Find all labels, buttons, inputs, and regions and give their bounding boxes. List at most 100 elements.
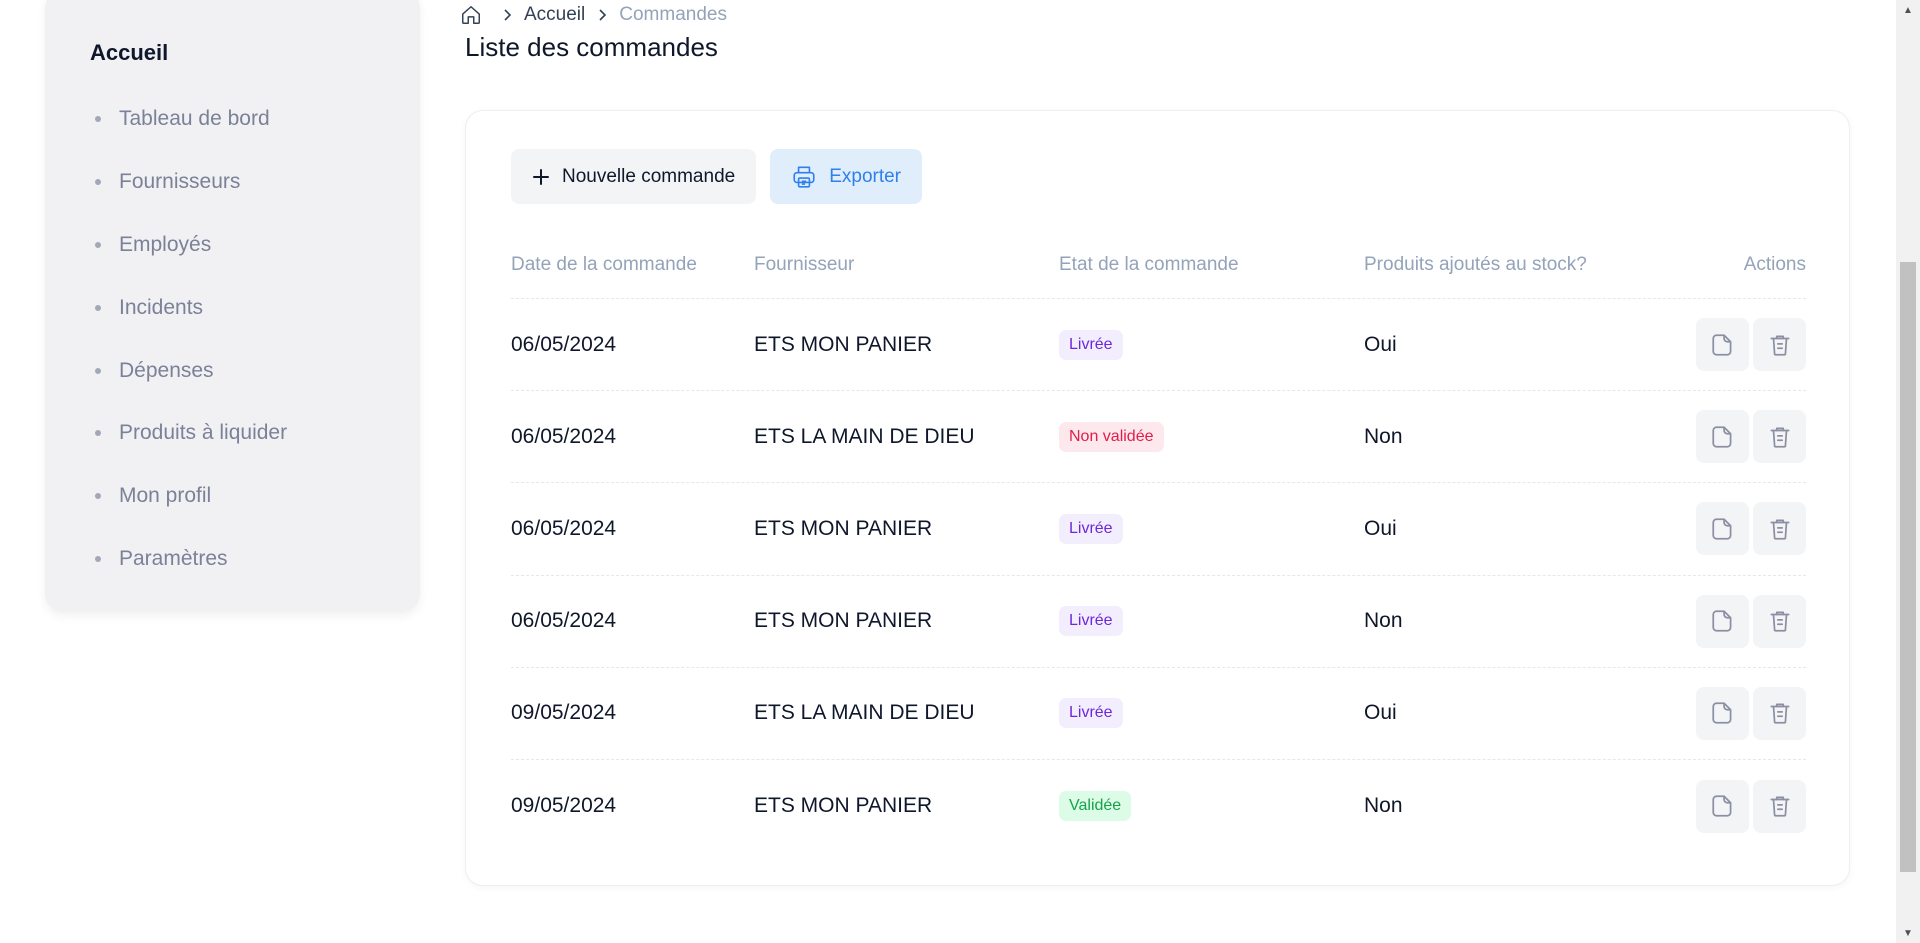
orders-table: Date de la commande Fournisseur Etat de … (511, 231, 1806, 852)
bullet-icon (95, 241, 101, 248)
view-order-button[interactable] (1696, 686, 1749, 740)
scroll-up-icon[interactable]: ▲ (1896, 0, 1920, 20)
view-order-button[interactable] (1696, 318, 1749, 372)
document-icon (1710, 700, 1736, 726)
trash-icon (1767, 793, 1793, 819)
sidebar-item-label: Dépenses (119, 358, 214, 382)
sidebar-item[interactable]: Fournisseurs (90, 151, 420, 214)
sidebar-item-label: Paramètres (119, 546, 228, 570)
delete-order-button[interactable] (1753, 779, 1806, 833)
status-badge: Livrée (1059, 513, 1123, 544)
bullet-icon (95, 304, 101, 311)
header-date[interactable]: Date de la commande (511, 254, 754, 276)
order-status-cell: Livrée (1059, 513, 1364, 544)
table-row: 06/05/2024 ETS MON PANIER Livrée Oui (511, 299, 1806, 392)
bullet-icon (95, 367, 101, 374)
order-status-cell: Livrée (1059, 329, 1364, 360)
trash-icon (1767, 332, 1793, 358)
header-status[interactable]: Etat de la commande (1059, 254, 1364, 276)
stock-added: Oui (1364, 332, 1397, 356)
header-stock[interactable]: Produits ajoutés au stock? (1364, 254, 1664, 276)
table-row: 06/05/2024 ETS MON PANIER Livrée Non (511, 576, 1806, 668)
order-date: 09/05/2024 (511, 794, 617, 818)
delete-order-button[interactable] (1753, 318, 1806, 372)
view-order-button[interactable] (1696, 410, 1749, 464)
order-status-cell: Livrée (1059, 606, 1364, 637)
view-order-button[interactable] (1696, 594, 1749, 648)
sidebar-item[interactable]: Mon profil (90, 465, 420, 528)
row-actions (1664, 410, 1806, 464)
bullet-icon (95, 430, 101, 437)
stock-added: Non (1364, 424, 1403, 448)
sidebar-item-label: Fournisseurs (119, 170, 241, 194)
new-order-button[interactable]: Nouvelle commande (511, 149, 757, 204)
breadcrumb: Accueil Commandes (460, 2, 727, 28)
status-badge: Livrée (1059, 698, 1123, 729)
row-actions (1664, 686, 1806, 740)
home-icon[interactable] (460, 4, 482, 26)
table-row: 06/05/2024 ETS LA MAIN DE DIEU Non validée… (511, 391, 1806, 484)
stock-added: Oui (1364, 701, 1397, 725)
header-supplier[interactable]: Fournisseur (754, 254, 1059, 276)
order-supplier: ETS MON PANIER (754, 332, 933, 356)
order-supplier: ETS MON PANIER (754, 516, 933, 540)
document-icon (1710, 516, 1736, 542)
status-badge: Non validée (1059, 421, 1164, 452)
order-date: 06/05/2024 (511, 609, 617, 633)
table-header: Date de la commande Fournisseur Etat de … (511, 231, 1806, 299)
new-order-label: Nouvelle commande (562, 165, 736, 187)
stock-added: Non (1364, 609, 1403, 633)
chevron-right-icon (500, 8, 514, 22)
breadcrumb-home-link[interactable]: Accueil (524, 4, 585, 26)
trash-icon (1767, 608, 1793, 634)
order-status-cell: Livrée (1059, 698, 1364, 729)
bullet-icon (95, 116, 101, 123)
order-date: 06/05/2024 (511, 332, 617, 356)
view-order-button[interactable] (1696, 779, 1749, 833)
sidebar-item[interactable]: Employés (90, 214, 420, 277)
row-actions (1664, 502, 1806, 556)
document-icon (1710, 424, 1736, 450)
order-status-cell: Validée (1059, 791, 1364, 822)
scroll-down-icon[interactable]: ▼ (1896, 923, 1920, 943)
status-badge: Livrée (1059, 329, 1123, 360)
sidebar-item-label: Employés (119, 232, 212, 256)
sidebar-item-label: Incidents (119, 295, 204, 319)
table-body: 06/05/2024 ETS MON PANIER Livrée Oui 06/05/2… (511, 299, 1806, 852)
order-supplier: ETS LA MAIN DE DIEU (754, 701, 975, 725)
status-badge: Validée (1059, 791, 1132, 822)
delete-order-button[interactable] (1753, 410, 1806, 464)
delete-order-button[interactable] (1753, 594, 1806, 648)
breadcrumb-current: Commandes (619, 4, 727, 25)
sidebar-list: Tableau de bord Fournisseurs Employés Incid… (90, 88, 420, 590)
order-supplier: ETS LA MAIN DE DIEU (754, 424, 975, 448)
sidebar-item[interactable]: Produits à liquider (90, 402, 420, 465)
bullet-icon (95, 179, 101, 186)
vertical-scrollbar[interactable]: ▲ ▼ (1896, 0, 1920, 943)
scroll-thumb[interactable] (1900, 262, 1916, 872)
sidebar-item[interactable]: Paramètres (90, 528, 420, 591)
order-supplier: ETS MON PANIER (754, 794, 933, 818)
sidebar-item[interactable]: Dépenses (90, 339, 420, 402)
plus-icon (532, 168, 550, 186)
printer-icon (791, 164, 817, 190)
sidebar-heading[interactable]: Accueil (90, 40, 420, 66)
row-actions (1664, 779, 1806, 833)
sidebar-item[interactable]: Incidents (90, 276, 420, 339)
trash-icon (1767, 700, 1793, 726)
view-order-button[interactable] (1696, 502, 1749, 556)
delete-order-button[interactable] (1753, 502, 1806, 556)
sidebar-item[interactable]: Tableau de bord (90, 88, 420, 151)
order-date: 06/05/2024 (511, 516, 617, 540)
export-button[interactable]: Exporter (770, 149, 923, 204)
bullet-icon (95, 493, 101, 500)
stock-added: Non (1364, 794, 1403, 818)
order-supplier: ETS MON PANIER (754, 609, 933, 633)
header-actions: Actions (1743, 253, 1806, 275)
order-date: 09/05/2024 (511, 701, 617, 725)
page-title: Liste des commandes (465, 32, 718, 62)
status-badge: Livrée (1059, 606, 1123, 637)
export-label: Exporter (829, 165, 902, 187)
delete-order-button[interactable] (1753, 686, 1806, 740)
bullet-icon (95, 555, 101, 562)
